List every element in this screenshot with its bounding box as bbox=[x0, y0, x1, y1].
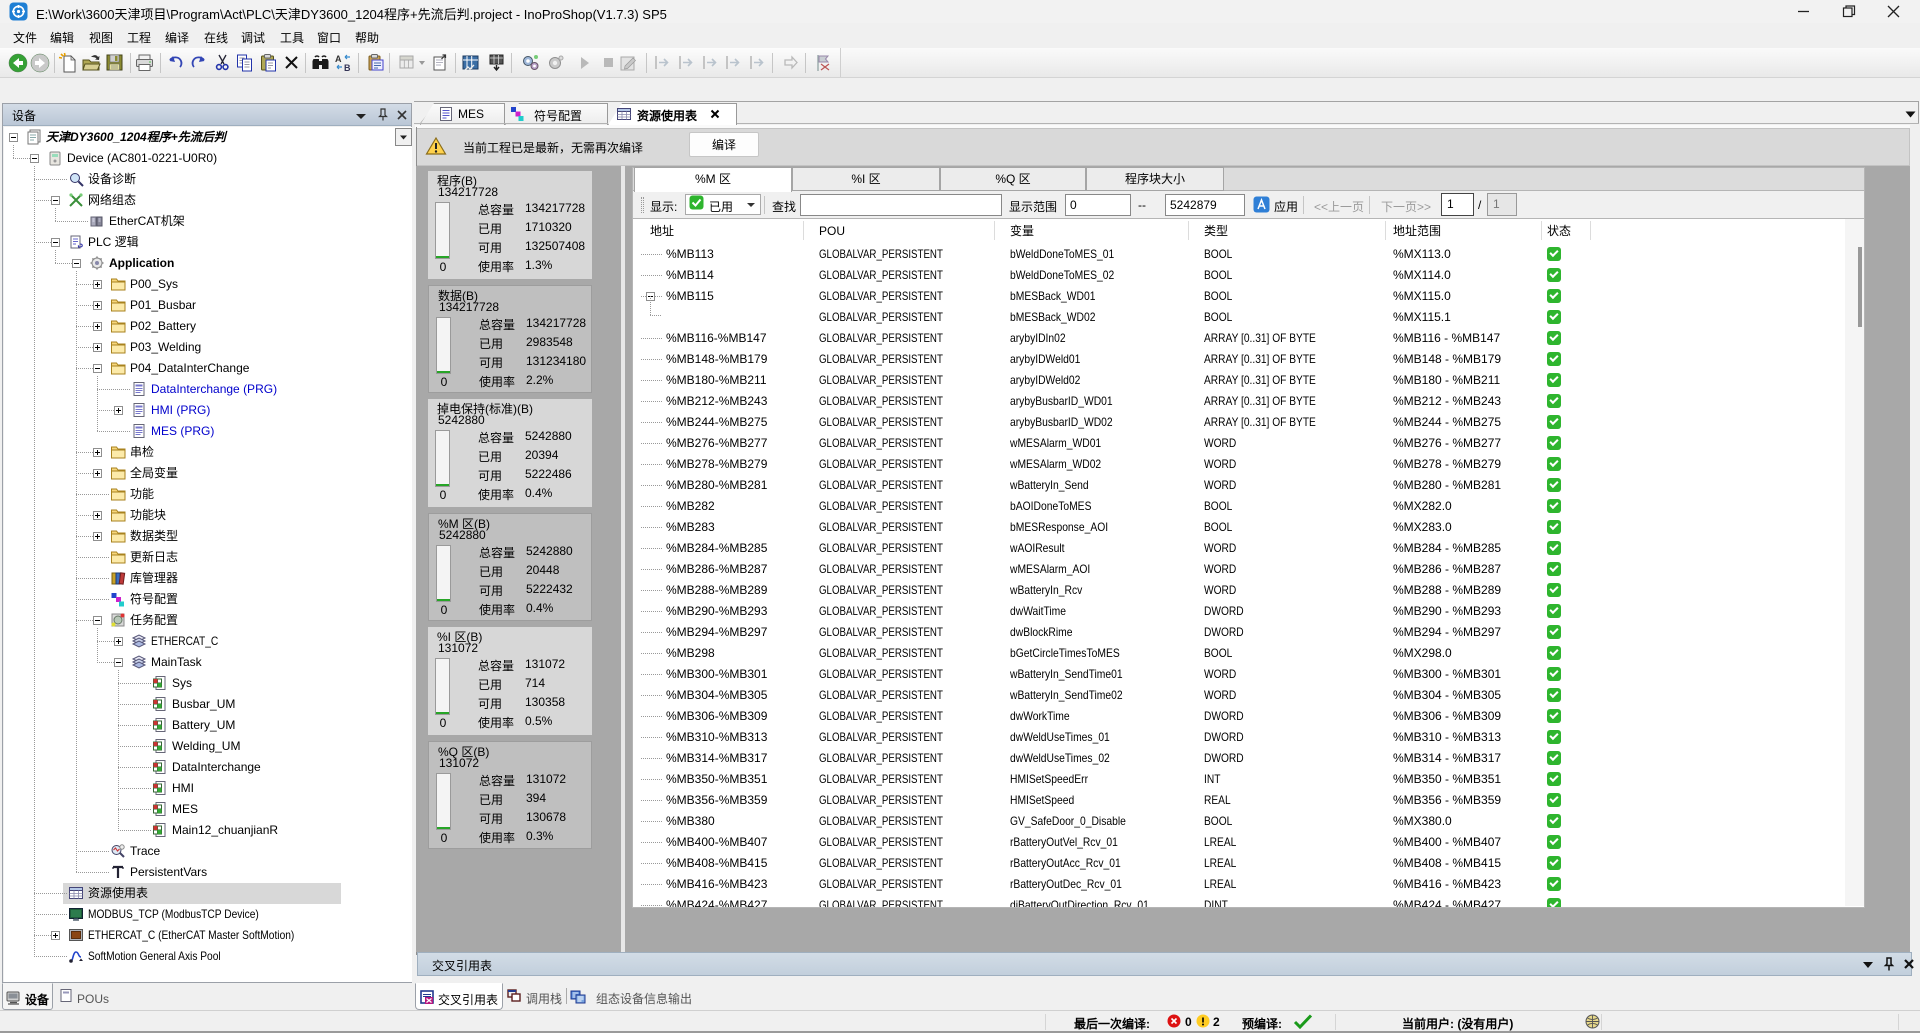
svg-text:B: B bbox=[344, 63, 351, 73]
svg-text:A: A bbox=[335, 54, 342, 64]
